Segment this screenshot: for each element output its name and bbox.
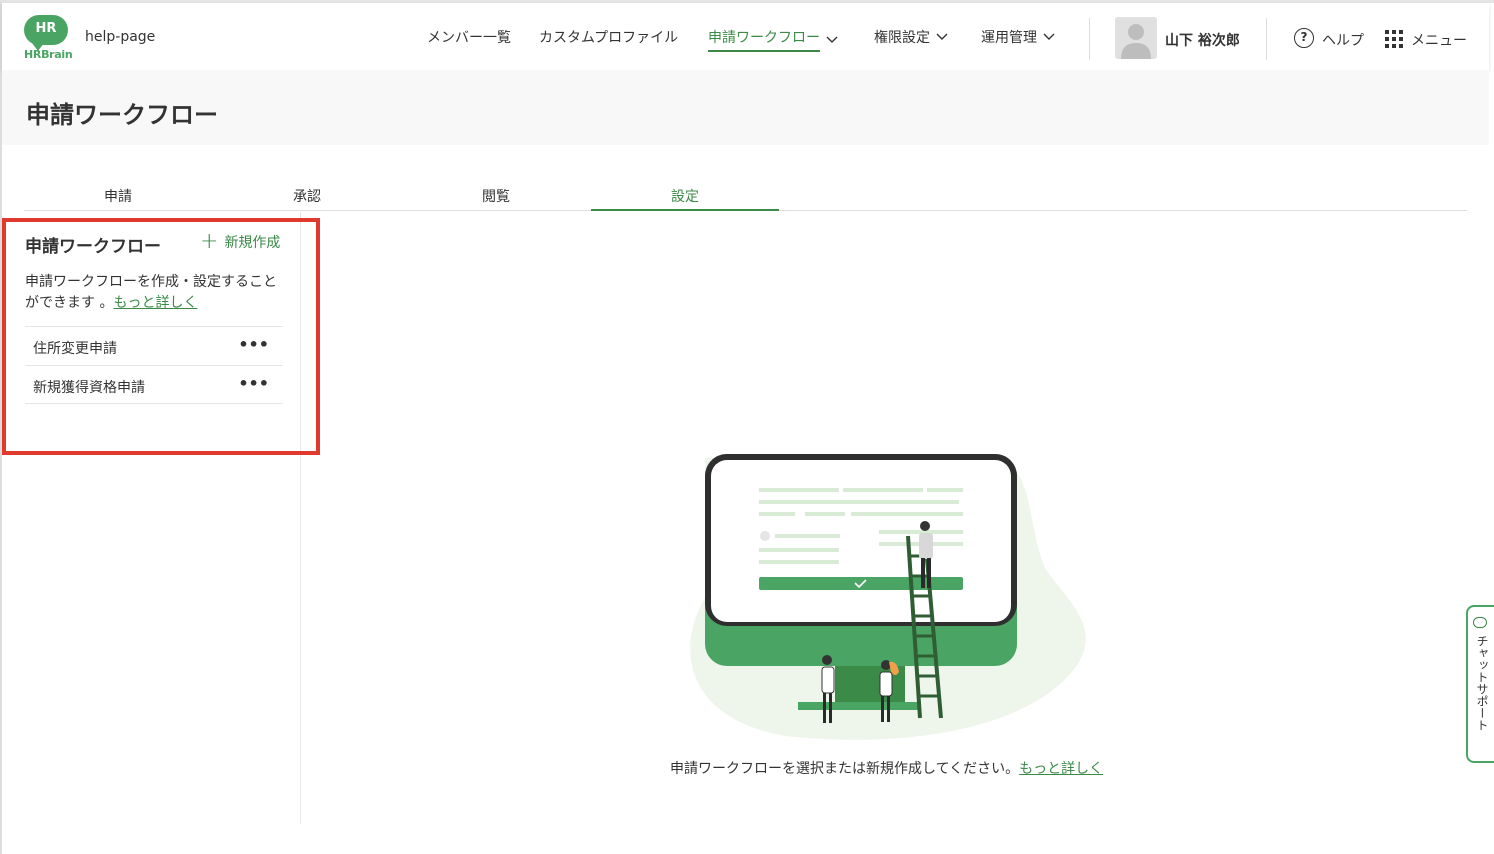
tab-bar: 申請 承認 閲覧 設定 (24, 180, 1467, 211)
nav-permission[interactable]: 権限設定 (874, 27, 948, 47)
logo-brand: HRBrain (24, 48, 73, 61)
chevron-down-icon (826, 36, 838, 43)
list-item[interactable]: 住所変更申請 ••• (25, 326, 283, 365)
learn-more-link[interactable]: もっと詳しく (113, 295, 197, 311)
nav-custom-profile[interactable]: カスタムプロファイル (539, 27, 678, 47)
nav-label: 権限設定 (874, 30, 930, 46)
tab-view[interactable]: 閲覧 (402, 186, 590, 211)
list-end-divider (25, 403, 283, 404)
chevron-down-icon (1043, 33, 1055, 40)
avatar[interactable] (1115, 17, 1157, 59)
menu-button[interactable]: メニュー (1411, 30, 1467, 50)
user-silhouette-icon (1121, 24, 1151, 59)
top-header: HR HRBrain help-page メンバー一覧 カスタムプロファイル 申… (2, 3, 1489, 70)
empty-state-illustration (690, 454, 1086, 740)
tab-settings[interactable]: 設定 (591, 186, 779, 211)
workflow-name: 新規獲得資格申請 (33, 380, 145, 396)
user-name[interactable]: 山下 裕次郎 (1165, 30, 1240, 50)
header-divider (1266, 18, 1267, 60)
tab-approve[interactable]: 承認 (213, 186, 401, 211)
list-item[interactable]: 新規獲得資格申請 ••• (25, 365, 283, 404)
chat-bubble-icon (1473, 617, 1487, 628)
menu-grid-icon[interactable] (1385, 30, 1403, 48)
header-divider (1089, 18, 1090, 60)
sidebar-description: 申請ワークフローを作成・設定することができます 。もっと詳しく (25, 272, 290, 314)
empty-state-text: 申請ワークフローを選択または新規作成してください。 (670, 761, 1020, 777)
nav-label: カスタムプロファイル (539, 30, 679, 46)
hrbrain-logo[interactable]: HR HRBrain (24, 15, 73, 61)
new-workflow-button[interactable]: + 新規作成 (200, 229, 281, 254)
nav-member-list[interactable]: メンバー一覧 (427, 27, 511, 47)
nav-label: 運用管理 (981, 30, 1037, 46)
workflow-name: 住所変更申請 (33, 341, 117, 357)
chevron-down-icon (936, 33, 948, 40)
chat-support-button[interactable]: チャットサポート (1466, 605, 1494, 763)
more-options-icon[interactable]: ••• (238, 335, 269, 354)
nav-workflow[interactable]: 申請ワークフロー (708, 27, 838, 52)
nav-label: メンバー一覧 (427, 30, 511, 46)
new-workflow-label: 新規作成 (224, 235, 281, 251)
help-link[interactable]: ヘルプ (1322, 30, 1364, 50)
learn-more-link[interactable]: もっと詳しく (1019, 761, 1103, 777)
chat-support-label: チャットサポート (1475, 635, 1489, 731)
empty-state-message: 申請ワークフローを選択または新規作成してください。もっと詳しく (670, 758, 1103, 778)
tab-apply[interactable]: 申請 (24, 186, 212, 211)
help-icon[interactable]: ? (1294, 28, 1314, 48)
sidebar-title: 申請ワークフロー (25, 237, 161, 257)
page-title: 申請ワークフロー (26, 101, 218, 129)
logo-text: HR (35, 21, 57, 36)
title-band: 申請ワークフロー (2, 70, 1489, 145)
org-name: help-page (85, 29, 156, 45)
nav-operation[interactable]: 運用管理 (981, 27, 1055, 47)
nav-label: 申請ワークフロー (708, 27, 820, 52)
more-options-icon[interactable]: ••• (238, 374, 269, 393)
plus-icon: + (200, 229, 219, 254)
